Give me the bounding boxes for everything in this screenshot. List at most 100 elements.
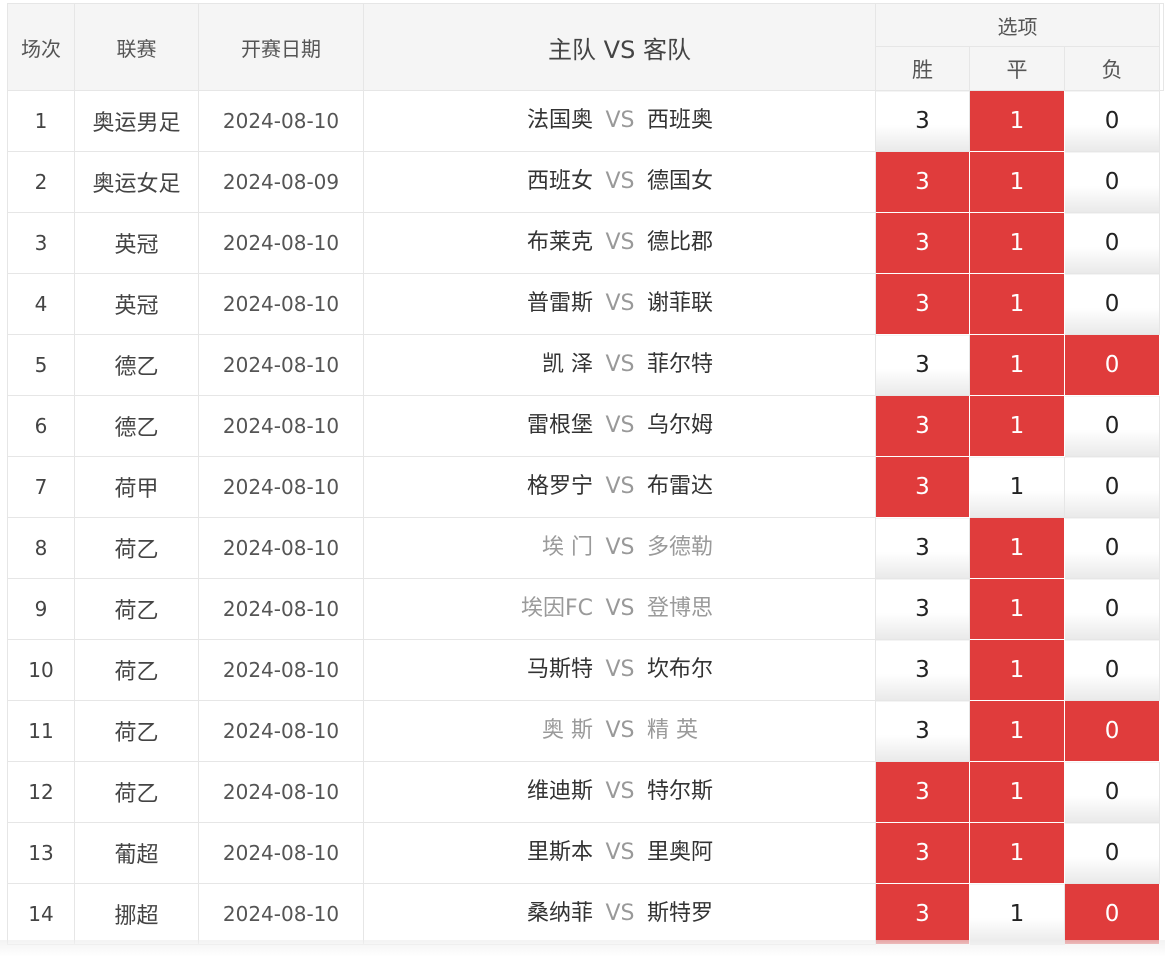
match-date: 2024-08-10 [198, 517, 364, 579]
option-draw-button[interactable]: 1 [969, 761, 1065, 823]
option-draw-button[interactable]: 1 [969, 456, 1065, 518]
table-row: 2 奥运女足 2024-08-09 西班女 VS 德国女 3 1 0 [7, 151, 1164, 213]
option-draw-button[interactable]: 1 [969, 151, 1065, 213]
option-draw-button[interactable]: 1 [969, 578, 1065, 640]
home-team: 埃因FC [520, 596, 593, 621]
row-gutter [1159, 822, 1164, 884]
option-lose-button[interactable]: 0 [1063, 578, 1161, 640]
option-win-button[interactable]: 3 [875, 273, 970, 335]
option-win-button[interactable]: 3 [875, 578, 970, 640]
match-cell: 雷根堡 VS 乌尔姆 [363, 395, 876, 457]
away-team: 布雷达 [647, 474, 714, 499]
match-cell: 维迪斯 VS 特尔斯 [363, 761, 876, 823]
away-team: 乌尔姆 [647, 413, 714, 438]
option-lose-button[interactable]: 0 [1063, 151, 1161, 213]
option-win-button[interactable]: 3 [875, 639, 970, 701]
match-cell: 格罗宁 VS 布雷达 [363, 456, 876, 518]
header-no: 场次 [7, 3, 75, 91]
option-win-button[interactable]: 3 [875, 212, 970, 274]
league-name: 英冠 [74, 212, 199, 274]
option-lose-button[interactable]: 0 [1063, 456, 1161, 518]
bottom-scroll-fade [0, 940, 1165, 957]
home-team: 布莱克 [526, 230, 593, 255]
header-match: 主队 VS 客队 [363, 3, 876, 91]
option-lose-button[interactable]: 0 [1063, 761, 1161, 823]
option-win-button[interactable]: 3 [875, 822, 970, 884]
option-draw-button[interactable]: 1 [969, 700, 1065, 762]
header-league: 联赛 [74, 3, 199, 91]
league-name: 荷甲 [74, 456, 199, 518]
option-draw-button[interactable]: 1 [969, 334, 1065, 396]
away-team: 菲尔特 [647, 352, 714, 377]
option-lose-button[interactable]: 0 [1063, 517, 1161, 579]
vs-label: VS [605, 657, 635, 682]
table-row: 6 德乙 2024-08-10 雷根堡 VS 乌尔姆 3 1 0 [7, 395, 1164, 457]
vs-label: VS [605, 352, 635, 377]
option-draw-button[interactable]: 1 [969, 212, 1065, 274]
vs-label: VS [605, 779, 635, 804]
league-name: 荷乙 [74, 639, 199, 701]
option-lose-button[interactable]: 0 [1063, 90, 1161, 152]
option-draw-button[interactable]: 1 [969, 273, 1065, 335]
option-win-button[interactable]: 3 [875, 395, 970, 457]
match-number: 4 [7, 273, 75, 335]
match-number: 13 [7, 822, 75, 884]
option-win-button[interactable]: 3 [875, 151, 970, 213]
row-gutter [1159, 456, 1164, 518]
option-lose-button[interactable]: 0 [1063, 212, 1161, 274]
match-date: 2024-08-10 [198, 883, 364, 945]
league-name: 荷乙 [74, 700, 199, 762]
home-team: 凯 泽 [542, 352, 593, 377]
option-win-button[interactable]: 3 [875, 700, 970, 762]
option-win-button[interactable]: 3 [875, 90, 970, 152]
option-draw-button[interactable]: 1 [969, 822, 1065, 884]
option-draw-button[interactable]: 1 [969, 517, 1065, 579]
vs-label: VS [605, 901, 635, 926]
option-win-button[interactable]: 3 [875, 883, 970, 945]
away-team: 多德勒 [647, 535, 714, 560]
home-team: 埃 门 [542, 535, 593, 560]
match-date: 2024-08-10 [198, 334, 364, 396]
option-win-button[interactable]: 3 [875, 517, 970, 579]
match-cell: 凯 泽 VS 菲尔特 [363, 334, 876, 396]
header-draw: 平 [969, 46, 1065, 91]
option-win-button[interactable]: 3 [875, 334, 970, 396]
table-row: 3 英冠 2024-08-10 布莱克 VS 德比郡 3 1 0 [7, 212, 1164, 274]
option-lose-button[interactable]: 0 [1063, 700, 1161, 762]
league-name: 德乙 [74, 334, 199, 396]
home-team: 西班女 [526, 169, 593, 194]
option-lose-button[interactable]: 0 [1063, 883, 1161, 945]
option-lose-button[interactable]: 0 [1063, 273, 1161, 335]
option-lose-button[interactable]: 0 [1063, 395, 1161, 457]
table-row: 13 葡超 2024-08-10 里斯本 VS 里奥阿 3 1 0 [7, 822, 1164, 884]
table-body: 1 奥运男足 2024-08-10 法国奥 VS 西班奥 3 1 0 2 奥运女足 2024-08-0… [7, 90, 1164, 945]
header-options: 选项 [874, 3, 1161, 47]
vs-label: VS [605, 474, 635, 499]
option-win-button[interactable]: 3 [875, 761, 970, 823]
league-name: 德乙 [74, 395, 199, 457]
match-number: 2 [7, 151, 75, 213]
match-number: 11 [7, 700, 75, 762]
header-gutter [1159, 3, 1165, 91]
match-number: 14 [7, 883, 75, 945]
option-lose-button[interactable]: 0 [1063, 639, 1161, 701]
match-cell: 奥 斯 VS 精 英 [363, 700, 876, 762]
match-cell: 里斯本 VS 里奥阿 [363, 822, 876, 884]
option-draw-button[interactable]: 1 [969, 395, 1065, 457]
option-draw-button[interactable]: 1 [969, 883, 1065, 945]
table-row: 11 荷乙 2024-08-10 奥 斯 VS 精 英 310 [7, 700, 1164, 762]
row-gutter [1159, 212, 1164, 274]
option-lose-button[interactable]: 0 [1063, 334, 1161, 396]
vs-label: VS [605, 108, 635, 133]
match-cell: 西班女 VS 德国女 [363, 151, 876, 213]
match-cell: 埃 门 VS 多德勒 [363, 517, 876, 579]
home-team: 维迪斯 [526, 779, 593, 804]
option-win-button[interactable]: 3 [875, 456, 970, 518]
table-row: 8 荷乙 2024-08-10 埃 门 VS 多德勒 3 1 0 [7, 517, 1164, 579]
option-lose-button[interactable]: 0 [1063, 822, 1161, 884]
option-draw-button[interactable]: 1 [969, 639, 1065, 701]
home-team: 马斯特 [526, 657, 593, 682]
option-draw-button[interactable]: 1 [969, 90, 1065, 152]
match-date: 2024-08-10 [198, 639, 364, 701]
match-cell: 马斯特 VS 坎布尔 [363, 639, 876, 701]
